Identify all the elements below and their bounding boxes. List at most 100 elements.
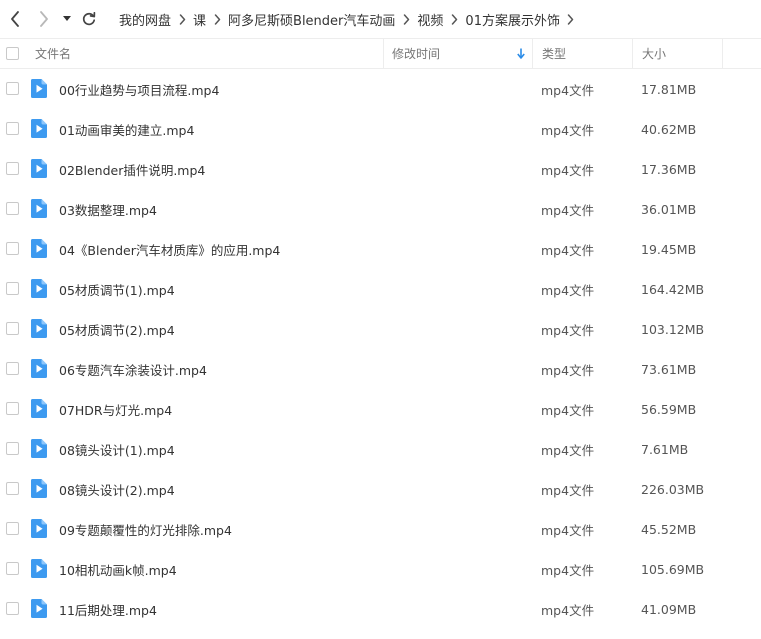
column-header-modified-time[interactable]: 修改时间 [383,39,532,68]
file-row-checkbox[interactable] [6,402,19,415]
forward-button[interactable] [34,8,54,30]
file-row[interactable]: 10相机动画k帧.mp4 mp4文件 105.69MB [0,549,761,589]
file-name[interactable]: 08镜头设计(1).mp4 [59,429,175,469]
video-file-icon [31,479,47,498]
file-name[interactable]: 11后期处理.mp4 [59,589,157,629]
file-name[interactable]: 05材质调节(2).mp4 [59,309,175,349]
file-type: mp4文件 [541,322,595,338]
file-row-checkbox[interactable] [6,82,19,95]
file-row-checkbox[interactable] [6,242,19,255]
file-name[interactable]: 07HDR与灯光.mp4 [59,389,172,429]
file-row[interactable]: 03数据整理.mp4 mp4文件 36.01MB [0,189,761,229]
video-file-icon [31,119,47,138]
navigation-bar: 我的网盘 课 阿多尼斯硕Blender汽车动画 视频 01方案展示外饰 [0,0,761,38]
file-name[interactable]: 04《Blender汽车材质库》的应用.mp4 [59,229,280,269]
file-row[interactable]: 06专题汽车涂装设计.mp4 mp4文件 73.61MB [0,349,761,389]
file-row-checkbox[interactable] [6,202,19,215]
file-browser: 我的网盘 课 阿多尼斯硕Blender汽车动画 视频 01方案展示外饰 文件名 … [0,0,761,639]
breadcrumb-separator-icon [171,12,193,26]
file-list: 00行业趋势与项目流程.mp4 mp4文件 17.81MB 01动画审美的建立.… [0,69,761,629]
file-row-checkbox[interactable] [6,162,19,175]
breadcrumb-item-videos[interactable]: 视频 [417,10,443,29]
file-row-checkbox[interactable] [6,442,19,455]
file-row[interactable]: 00行业趋势与项目流程.mp4 mp4文件 17.81MB [0,69,761,109]
file-row-checkbox[interactable] [6,282,19,295]
file-row[interactable]: 07HDR与灯光.mp4 mp4文件 56.59MB [0,389,761,429]
file-row[interactable]: 02Blender插件说明.mp4 mp4文件 17.36MB [0,149,761,189]
chevron-left-icon [11,11,19,27]
file-type: mp4文件 [541,162,595,178]
video-file-icon [31,359,47,378]
breadcrumb-separator-icon [395,12,417,26]
file-row[interactable]: 05材质调节(1).mp4 mp4文件 164.42MB [0,269,761,309]
column-header-name[interactable]: 文件名 [35,39,383,68]
video-file-icon [31,559,47,578]
file-row-checkbox[interactable] [6,322,19,335]
file-size: 7.61MB [641,441,689,457]
file-name[interactable]: 10相机动画k帧.mp4 [59,549,177,589]
column-header-type[interactable]: 类型 [532,39,632,68]
chevron-right-icon [40,11,48,27]
video-file-icon [31,79,47,98]
file-row[interactable]: 08镜头设计(2).mp4 mp4文件 226.03MB [0,469,761,509]
column-header-time-label: 修改时间 [392,47,441,61]
file-name[interactable]: 06专题汽车涂装设计.mp4 [59,349,207,389]
file-type: mp4文件 [541,602,595,618]
file-name[interactable]: 09专题颠覆性的灯光排除.mp4 [59,509,232,549]
file-row-checkbox[interactable] [6,482,19,495]
back-button[interactable] [5,8,25,30]
column-header-size[interactable]: 大小 [632,39,723,68]
file-name[interactable]: 05材质调节(1).mp4 [59,269,175,309]
file-row[interactable]: 11后期处理.mp4 mp4文件 41.09MB [0,589,761,629]
video-file-icon [31,239,47,258]
file-size: 17.36MB [641,161,697,177]
file-type: mp4文件 [541,522,595,538]
file-size: 41.09MB [641,601,697,617]
file-row-checkbox[interactable] [6,362,19,375]
file-size: 40.62MB [641,121,697,137]
file-row[interactable]: 09专题颠覆性的灯光排除.mp4 mp4文件 45.52MB [0,509,761,549]
video-file-icon [31,519,47,538]
history-dropdown-button[interactable] [60,8,74,30]
breadcrumb-item-course[interactable]: 课 [193,10,206,29]
refresh-button[interactable] [79,8,99,30]
breadcrumb-item-my-drive[interactable]: 我的网盘 [119,10,171,29]
file-size: 56.59MB [641,401,697,417]
file-type: mp4文件 [541,482,595,498]
file-size: 17.81MB [641,81,697,97]
file-name[interactable]: 00行业趋势与项目流程.mp4 [59,69,219,109]
file-name[interactable]: 08镜头设计(2).mp4 [59,469,175,509]
file-name[interactable]: 03数据整理.mp4 [59,189,157,229]
file-size: 73.61MB [641,361,697,377]
column-header: 文件名 修改时间 类型 大小 [0,38,761,69]
file-size: 103.12MB [641,321,705,337]
file-size: 36.01MB [641,201,697,217]
file-type: mp4文件 [541,282,595,298]
file-row-checkbox[interactable] [6,122,19,135]
file-row[interactable]: 01动画审美的建立.mp4 mp4文件 40.62MB [0,109,761,149]
file-name[interactable]: 02Blender插件说明.mp4 [59,149,205,189]
file-row[interactable]: 04《Blender汽车材质库》的应用.mp4 mp4文件 19.45MB [0,229,761,269]
file-type: mp4文件 [541,362,595,378]
breadcrumb-separator-icon [443,12,465,26]
breadcrumb-item-blender-course[interactable]: 阿多尼斯硕Blender汽车动画 [228,10,395,29]
breadcrumb-separator-icon [560,12,582,26]
video-file-icon [31,159,47,178]
video-file-icon [31,279,47,298]
file-type: mp4文件 [541,202,595,218]
file-type: mp4文件 [541,122,595,138]
video-file-icon [31,599,47,618]
column-header-type-label: 类型 [542,47,567,61]
file-row[interactable]: 05材质调节(2).mp4 mp4文件 103.12MB [0,309,761,349]
file-row-checkbox[interactable] [6,522,19,535]
sort-descending-icon [516,47,526,60]
column-header-size-label: 大小 [642,47,667,61]
file-row-checkbox[interactable] [6,562,19,575]
breadcrumb-item-current-folder[interactable]: 01方案展示外饰 [465,10,560,29]
file-name[interactable]: 01动画审美的建立.mp4 [59,109,194,149]
file-size: 105.69MB [641,561,705,577]
file-row-checkbox[interactable] [6,602,19,615]
file-row[interactable]: 08镜头设计(1).mp4 mp4文件 7.61MB [0,429,761,469]
select-all-checkbox[interactable] [6,47,19,60]
caret-down-icon [63,16,71,21]
